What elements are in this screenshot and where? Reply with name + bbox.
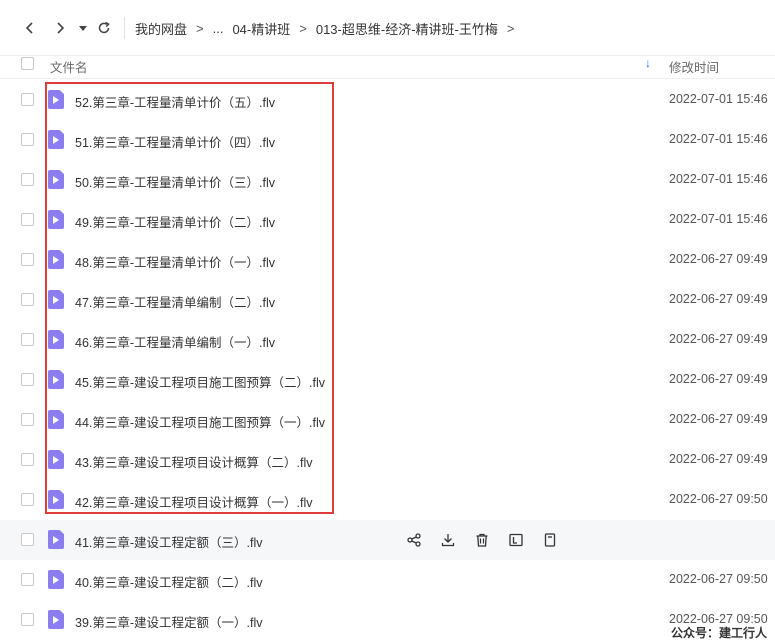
row-checkbox[interactable] xyxy=(21,533,34,546)
video-file-icon xyxy=(48,250,64,269)
breadcrumb-separator: > xyxy=(299,20,307,36)
file-name[interactable]: 43.第三章-建设工程项目设计概算（二）.flv xyxy=(75,452,313,471)
chevron-left-icon xyxy=(25,22,33,34)
chevron-right-icon xyxy=(57,22,65,34)
toolbar-divider xyxy=(124,17,125,39)
file-name[interactable]: 51.第三章-工程量清单计价（四）.flv xyxy=(75,132,275,151)
file-name[interactable]: 50.第三章-工程量清单计价（三）.flv xyxy=(75,172,275,191)
video-file-icon xyxy=(48,330,64,349)
file-modified-time: 2022-07-01 15:46 xyxy=(669,212,768,226)
row-checkbox[interactable] xyxy=(21,213,34,226)
file-modified-time: 2022-06-27 09:49 xyxy=(669,332,768,346)
breadcrumb-separator: > xyxy=(506,20,515,36)
row-checkbox[interactable] xyxy=(21,493,34,506)
file-name[interactable]: 47.第三章-工程量清单编制（二）.flv xyxy=(75,292,275,311)
file-row[interactable]: 45.第三章-建设工程项目施工图预算（二）.flv 2022-06-27 09:4… xyxy=(0,360,775,400)
row-checkbox[interactable] xyxy=(21,173,34,186)
video-file-icon xyxy=(48,210,64,229)
file-name[interactable]: 48.第三章-工程量清单计价（一）.flv xyxy=(75,252,275,271)
video-file-icon xyxy=(48,90,64,109)
file-row[interactable]: 39.第三章-建设工程定额（一）.flv 2022-06-27 09:50 xyxy=(0,600,775,640)
row-actions xyxy=(404,530,574,550)
file-modified-time: 2022-06-27 09:49 xyxy=(669,452,768,466)
file-row[interactable]: 40.第三章-建设工程定额（二）.flv 2022-06-27 09:50 xyxy=(0,560,775,600)
file-name[interactable]: 40.第三章-建设工程定额（二）.flv xyxy=(75,572,263,591)
video-file-icon xyxy=(48,170,64,189)
file-row[interactable]: 49.第三章-工程量清单计价（二）.flv 2022-07-01 15:46 xyxy=(0,200,775,240)
file-modified-time: 2022-06-27 09:49 xyxy=(669,252,768,266)
file-name[interactable]: 52.第三章-工程量清单计价（五）.flv xyxy=(75,92,275,111)
video-file-icon xyxy=(48,290,64,309)
breadcrumb-item-04[interactable]: 04-精讲班 xyxy=(232,19,290,38)
sort-arrow-icon[interactable]: ↓ xyxy=(645,56,651,70)
file-modified-time: 2022-06-27 09:49 xyxy=(669,292,768,306)
file-list-header: 文件名 ↓ 修改时间 xyxy=(0,56,775,78)
breadcrumb-separator: > xyxy=(196,20,204,36)
video-file-icon xyxy=(48,570,64,589)
caret-down-icon xyxy=(79,26,87,31)
file-row[interactable]: 50.第三章-工程量清单计价（三）.flv 2022-07-01 15:46 xyxy=(0,160,775,200)
breadcrumb-ellipsis[interactable]: ... xyxy=(213,21,224,36)
row-checkbox[interactable] xyxy=(21,133,34,146)
back-button[interactable] xyxy=(16,14,44,42)
column-header-time[interactable]: 修改时间 xyxy=(669,57,719,76)
more-icon[interactable] xyxy=(540,530,560,550)
row-checkbox[interactable] xyxy=(21,613,34,626)
file-row[interactable]: 52.第三章-工程量清单计价（五）.flv 2022-07-01 15:46 xyxy=(0,80,775,120)
file-name[interactable]: 46.第三章-工程量清单编制（一）.flv xyxy=(75,332,275,351)
share-icon[interactable] xyxy=(404,530,424,550)
file-modified-time: 2022-07-01 15:46 xyxy=(669,172,768,186)
delete-icon[interactable] xyxy=(472,530,492,550)
file-modified-time: 2022-06-27 09:49 xyxy=(669,412,768,426)
file-modified-time: 2022-06-27 09:50 xyxy=(669,572,768,586)
breadcrumb-item-current[interactable]: 013-超思维-经济-精讲班-王竹梅 xyxy=(316,19,498,38)
file-modified-time: 2022-07-01 15:46 xyxy=(669,92,768,106)
file-name[interactable]: 41.第三章-建设工程定额（三）.flv xyxy=(75,532,263,551)
breadcrumb: 我的网盘 > ... 04-精讲班 > 013-超思维-经济-精讲班-王竹梅 > xyxy=(135,19,523,37)
toolbar: 我的网盘 > ... 04-精讲班 > 013-超思维-经济-精讲班-王竹梅 > xyxy=(0,0,775,56)
breadcrumb-root[interactable]: 我的网盘 xyxy=(135,19,187,38)
file-modified-time: 2022-07-01 15:46 xyxy=(669,132,768,146)
file-name[interactable]: 45.第三章-建设工程项目施工图预算（二）.flv xyxy=(75,372,325,391)
file-name[interactable]: 42.第三章-建设工程项目设计概算（一）.flv xyxy=(75,492,313,511)
row-checkbox[interactable] xyxy=(21,373,34,386)
video-file-icon xyxy=(48,410,64,429)
refresh-icon xyxy=(98,21,110,34)
file-row[interactable]: 47.第三章-工程量清单编制（二）.flv 2022-06-27 09:49 xyxy=(0,280,775,320)
video-file-icon xyxy=(48,450,64,469)
refresh-button[interactable] xyxy=(92,14,116,42)
file-row[interactable]: 43.第三章-建设工程项目设计概算（二）.flv 2022-06-27 09:49 xyxy=(0,440,775,480)
row-checkbox[interactable] xyxy=(21,93,34,106)
row-checkbox[interactable] xyxy=(21,453,34,466)
video-file-icon xyxy=(48,490,64,509)
row-checkbox[interactable] xyxy=(21,573,34,586)
row-checkbox[interactable] xyxy=(21,333,34,346)
file-row[interactable]: 48.第三章-工程量清单计价（一）.flv 2022-06-27 09:49 xyxy=(0,240,775,280)
select-all-checkbox[interactable] xyxy=(21,57,34,70)
video-file-icon xyxy=(48,530,64,549)
file-name[interactable]: 44.第三章-建设工程项目施工图预算（一）.flv xyxy=(75,412,325,431)
file-row[interactable]: 51.第三章-工程量清单计价（四）.flv 2022-07-01 15:46 xyxy=(0,120,775,160)
file-name[interactable]: 39.第三章-建设工程定额（一）.flv xyxy=(75,612,263,631)
row-checkbox[interactable] xyxy=(21,293,34,306)
video-file-icon xyxy=(48,610,64,629)
header-divider xyxy=(0,78,775,79)
row-checkbox[interactable] xyxy=(21,413,34,426)
file-modified-time: 2022-06-27 09:49 xyxy=(669,372,768,386)
file-row[interactable]: 44.第三章-建设工程项目施工图预算（一）.flv 2022-06-27 09:4… xyxy=(0,400,775,440)
watermark: 公众号：建工行人 xyxy=(671,626,768,640)
file-name[interactable]: 49.第三章-工程量清单计价（二）.flv xyxy=(75,212,275,231)
file-row[interactable]: 42.第三章-建设工程项目设计概算（一）.flv 2022-06-27 09:50 xyxy=(0,480,775,520)
column-header-name[interactable]: 文件名 xyxy=(50,57,88,76)
file-row[interactable]: 41.第三章-建设工程定额（三）.flv xyxy=(0,520,775,560)
rename-icon[interactable] xyxy=(506,530,526,550)
video-file-icon xyxy=(48,130,64,149)
file-row[interactable]: 46.第三章-工程量清单编制（一）.flv 2022-06-27 09:49 xyxy=(0,320,775,360)
row-checkbox[interactable] xyxy=(21,253,34,266)
file-modified-time: 2022-06-27 09:50 xyxy=(669,492,768,506)
history-dropdown-button[interactable] xyxy=(76,14,90,42)
forward-button[interactable] xyxy=(46,14,74,42)
video-file-icon xyxy=(48,370,64,389)
download-icon[interactable] xyxy=(438,530,458,550)
